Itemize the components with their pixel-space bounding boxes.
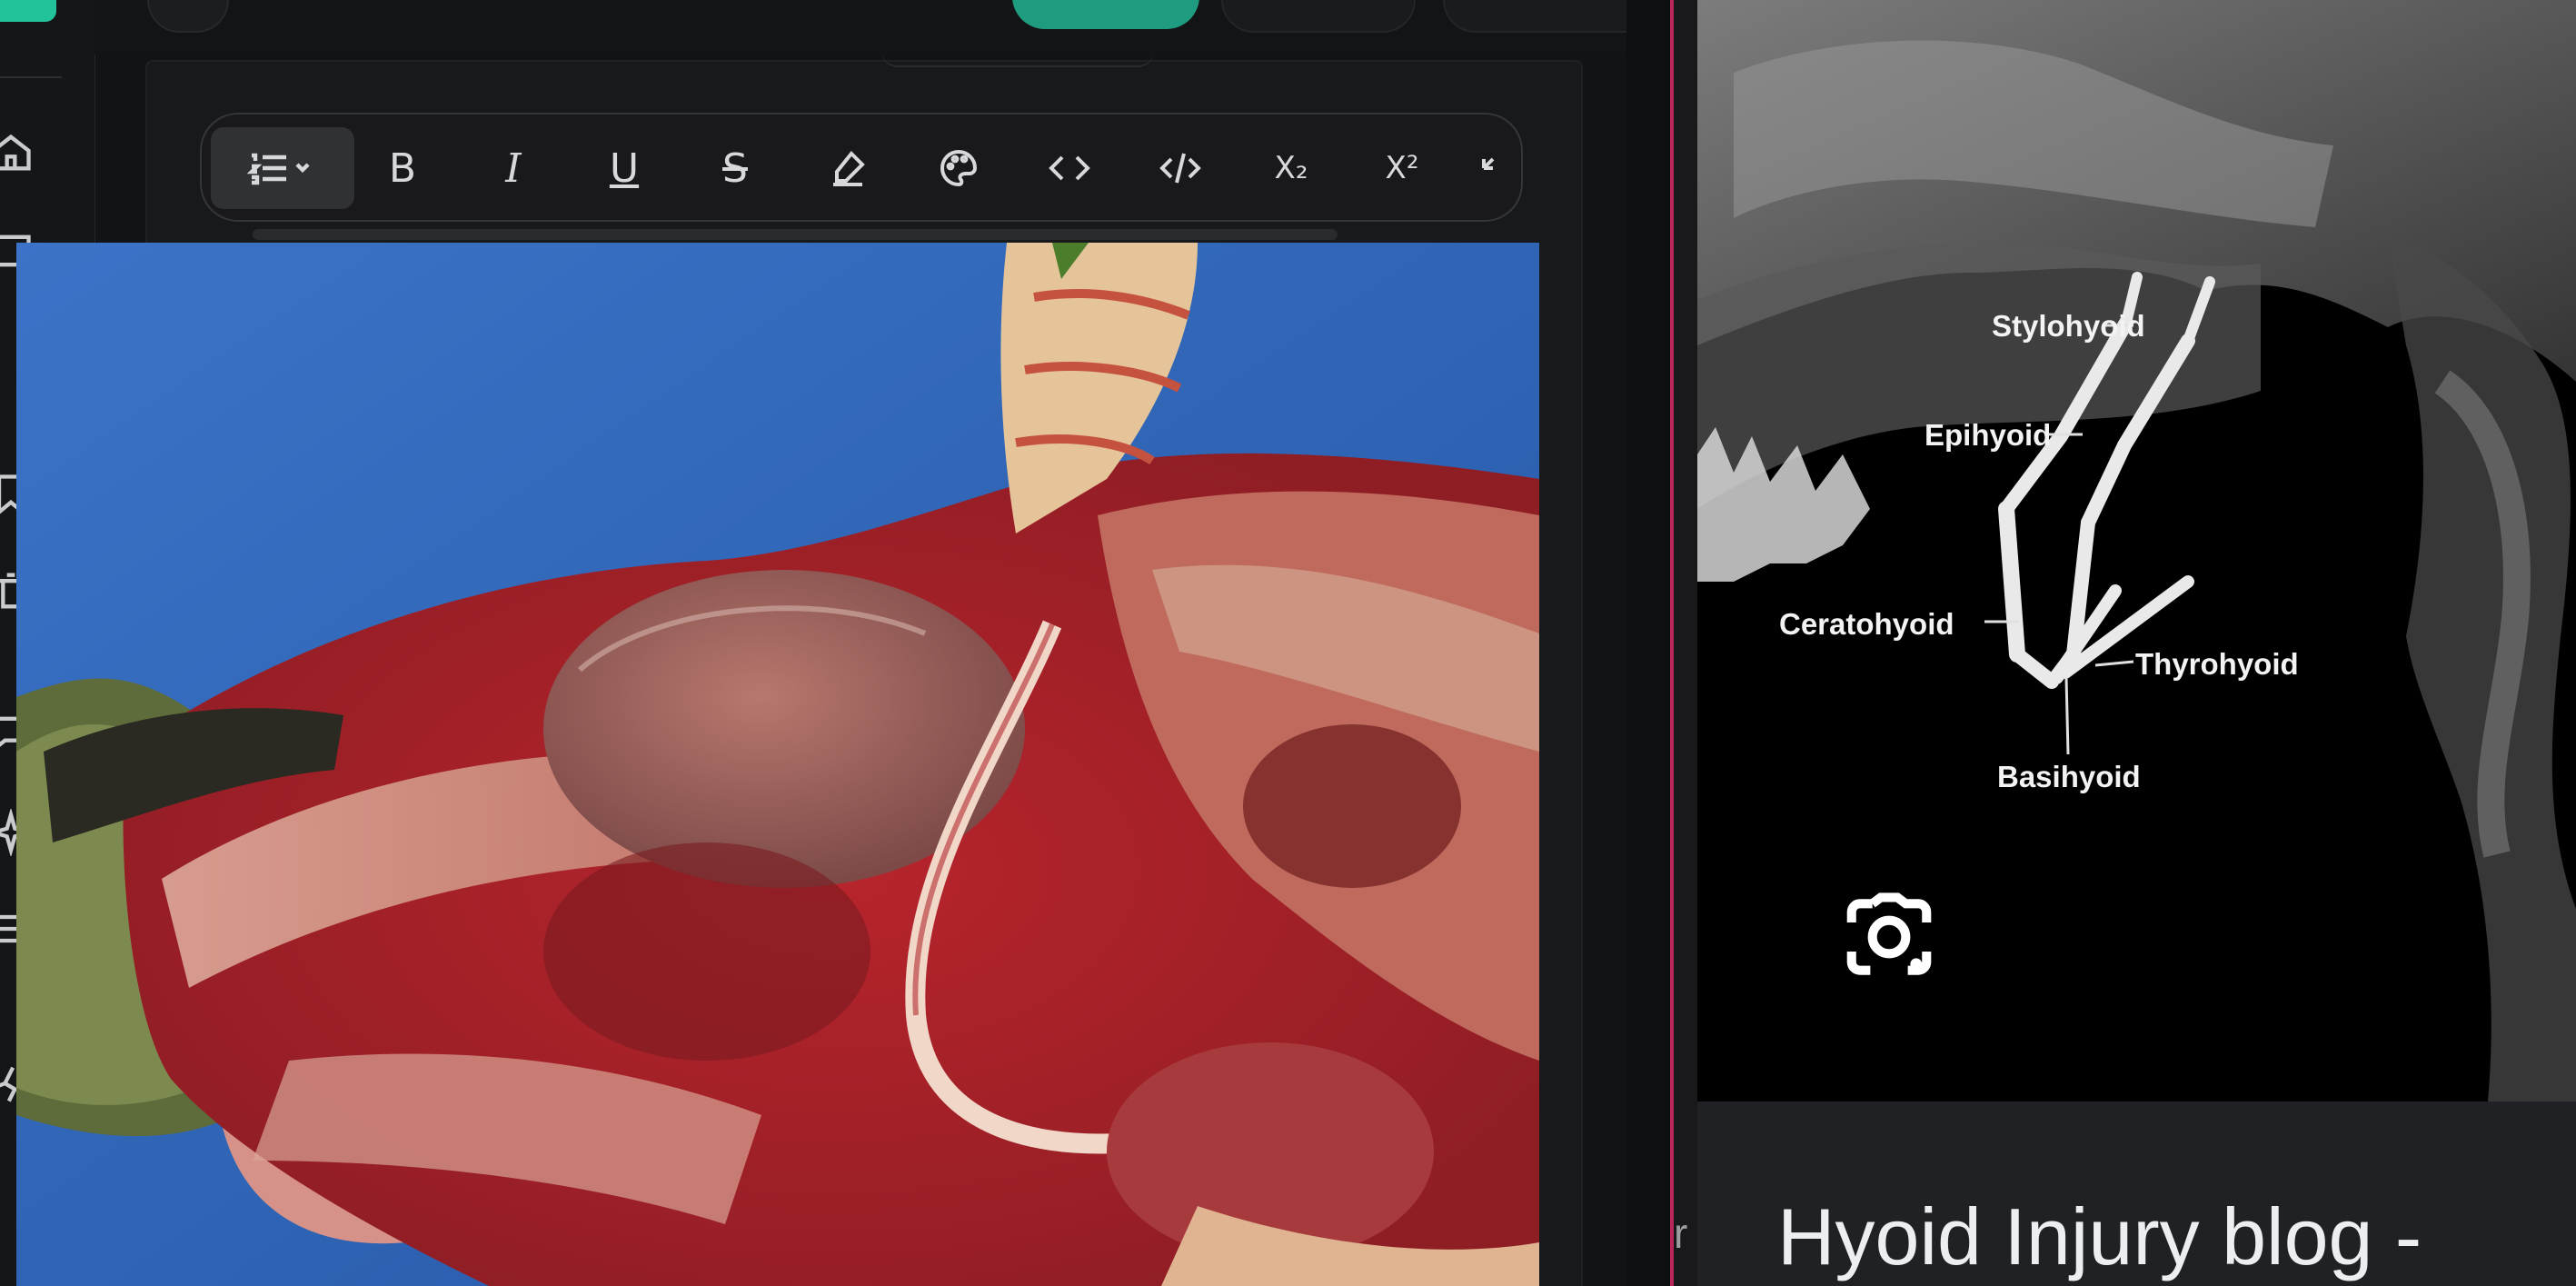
image-viewer: r Stylohyoid Epihyoid Ceratohyoid Thyroh… (1674, 0, 2576, 1286)
italic-button[interactable]: I (472, 127, 554, 209)
editor-window: B I U S X₂ X² (0, 0, 1626, 1286)
send-button[interactable] (1012, 0, 1199, 29)
dissection-photo (16, 243, 1539, 1286)
list-format-button[interactable] (211, 127, 354, 209)
home-icon[interactable] (0, 129, 35, 176)
result-title[interactable]: Hyoid Injury blog - (1777, 1191, 2422, 1283)
edge-text: r (1674, 1210, 1688, 1257)
editor-tab-indicator (881, 51, 1154, 67)
undo-icon[interactable] (1457, 127, 1521, 209)
code-slash-icon[interactable] (1139, 127, 1221, 209)
bold-button[interactable]: B (362, 127, 443, 209)
sidebar-divider (0, 76, 62, 78)
highlighter-icon[interactable] (807, 127, 889, 209)
label-epihyoid: Epihyoid (1925, 418, 2052, 452)
label-thyrohyoid: Thyrohyoid (2135, 647, 2299, 681)
credits-pill[interactable] (1221, 0, 1416, 33)
underline-button[interactable]: U (583, 127, 665, 209)
editor-content-strip (253, 229, 1338, 240)
format-toolbar: B I U S X₂ X² (200, 113, 1523, 222)
top-bar (94, 0, 1626, 55)
palette-icon[interactable] (918, 127, 1000, 209)
app-logo[interactable] (0, 0, 56, 22)
viewer-edge: r (1674, 0, 1697, 1286)
pane-gap (1626, 0, 1670, 1286)
hyoid-xray-illustration: Stylohyoid Epihyoid Ceratohyoid Thyrohyo… (1697, 0, 2576, 1102)
superscript-button[interactable]: X² (1361, 127, 1443, 209)
label-basihyoid: Basihyoid (1997, 760, 2141, 793)
code-icon[interactable] (1029, 127, 1110, 209)
strikethrough-button[interactable]: S (694, 127, 776, 209)
label-stylohyoid: Stylohyoid (1992, 309, 2145, 343)
subscript-button[interactable]: X₂ (1250, 127, 1332, 209)
back-button[interactable] (147, 0, 229, 33)
label-ceratohyoid: Ceratohyoid (1779, 607, 1954, 641)
balance-pill[interactable] (1443, 0, 1626, 33)
google-lens-icon[interactable] (1839, 887, 1939, 987)
